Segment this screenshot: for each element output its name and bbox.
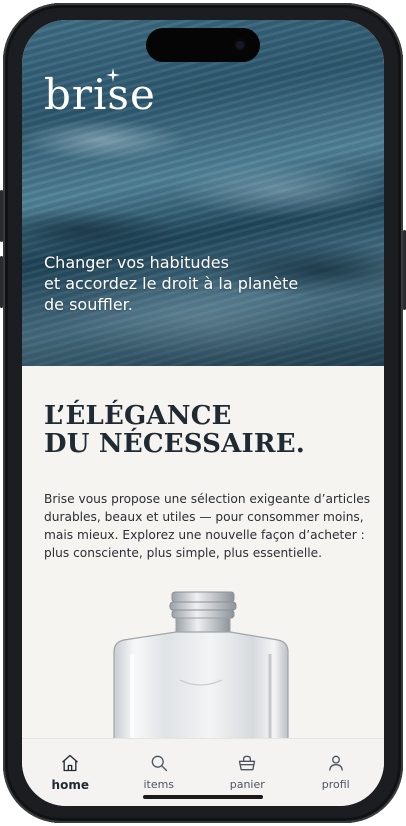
brand-logo[interactable]: brise — [44, 70, 156, 119]
app-screen: brise Changer vos habitudes et accordez … — [22, 20, 384, 806]
home-icon — [62, 754, 79, 772]
tab-home[interactable]: home — [30, 739, 110, 806]
tab-label-items: items — [143, 778, 175, 791]
dynamic-island — [146, 28, 260, 62]
volume-down-button — [0, 256, 3, 308]
intro-paragraph: Brise vous propose une sélection exigean… — [44, 492, 371, 560]
camera-icon — [234, 39, 246, 51]
tab-profil[interactable]: profil — [296, 739, 376, 806]
tab-label-profil: profil — [321, 778, 350, 791]
volume-up-button — [0, 190, 3, 242]
basket-icon — [239, 755, 256, 771]
tab-bar: home items panier profil — [22, 738, 384, 806]
hero-tagline: Changer vos habitudes et accordez le dro… — [44, 253, 299, 314]
page-title: L’ÉLÉGANCE DU NÉCESSAIRE. — [44, 401, 305, 459]
user-icon — [328, 755, 343, 771]
home-indicator[interactable] — [143, 795, 263, 799]
tab-label-panier: panier — [229, 778, 265, 791]
tab-label-home: home — [51, 778, 89, 792]
search-icon — [151, 755, 167, 772]
sparkle-icon — [106, 68, 120, 82]
